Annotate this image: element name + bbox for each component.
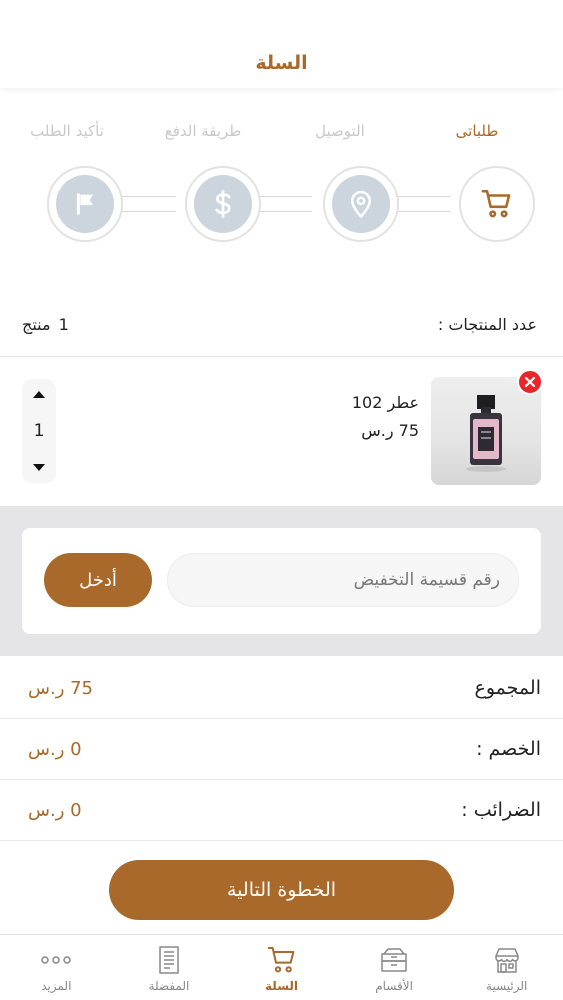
quantity-stepper: 1 bbox=[22, 379, 56, 483]
decrease-quantity-icon[interactable] bbox=[32, 463, 46, 473]
close-icon bbox=[524, 376, 536, 388]
nav-label-more: المزيد bbox=[41, 979, 72, 993]
step-label-orders: طلباتى bbox=[455, 122, 499, 140]
increase-quantity-icon[interactable] bbox=[32, 389, 46, 399]
summary-discount-row: الخصم : 0 ر.س bbox=[0, 719, 563, 780]
remove-item-button[interactable] bbox=[517, 369, 543, 395]
nav-label-categories: الأقسام bbox=[375, 979, 413, 993]
step-payment[interactable] bbox=[185, 166, 261, 242]
flag-icon bbox=[76, 193, 94, 215]
coupon-input[interactable] bbox=[167, 553, 519, 607]
products-count-number: 1 bbox=[58, 314, 69, 334]
box-icon bbox=[381, 948, 407, 972]
products-count-row: عدد المنتجات : 1 منتج bbox=[22, 304, 537, 344]
step-orders[interactable] bbox=[459, 166, 535, 242]
cart-icon bbox=[267, 947, 294, 973]
summary-discount-label: الخصم : bbox=[476, 738, 541, 760]
summary-discount-value: 0 ر.س bbox=[28, 738, 82, 760]
store-icon bbox=[494, 948, 519, 973]
dollar-icon bbox=[215, 190, 231, 218]
step-label-confirm: تأكيد الطلب bbox=[30, 122, 104, 140]
step-delivery[interactable] bbox=[323, 166, 399, 242]
products-count-unit: منتج bbox=[22, 314, 51, 334]
cart-icon bbox=[481, 189, 511, 218]
product-name: عطر 102 bbox=[351, 393, 419, 412]
cart-item: عطر 102 75 ر.س 1 bbox=[0, 357, 563, 505]
products-count-value: 1 منتج bbox=[22, 315, 69, 334]
app-header: السلة bbox=[0, 0, 563, 88]
nav-item-home[interactable]: الرئيسية bbox=[450, 935, 563, 1000]
nav-item-more[interactable]: المزيد bbox=[0, 935, 113, 1000]
product-price: 75 ر.س bbox=[361, 421, 419, 440]
apply-coupon-button[interactable]: أدخل bbox=[44, 553, 152, 607]
quantity-value: 1 bbox=[33, 421, 45, 441]
page-title: السلة bbox=[255, 52, 308, 74]
summary-total-label: المجموع bbox=[474, 677, 541, 699]
nav-item-favorites[interactable]: المفضلة bbox=[113, 935, 226, 1000]
bottom-navigation: الرئيسية الأقسام السلة المفضلة المزيد bbox=[0, 934, 563, 1000]
checkout-steps: طلباتى التوصيل طريقة الدفع تأكيد الطلب bbox=[0, 112, 563, 262]
products-count-label: عدد المنتجات : bbox=[437, 314, 537, 334]
coupon-card: أدخل bbox=[22, 528, 541, 634]
nav-label-favorites: المفضلة bbox=[148, 979, 190, 993]
nav-item-categories[interactable]: الأقسام bbox=[338, 935, 451, 1000]
next-step-button[interactable]: الخطوة التالية bbox=[109, 860, 454, 920]
summary-total-value: 75 ر.س bbox=[28, 677, 94, 699]
step-confirm[interactable] bbox=[47, 166, 123, 242]
step-label-delivery: التوصيل bbox=[315, 122, 365, 140]
document-icon bbox=[159, 946, 179, 974]
nav-item-cart[interactable]: السلة bbox=[225, 935, 338, 1000]
coupon-section: أدخل bbox=[0, 506, 563, 656]
nav-label-cart: السلة bbox=[265, 979, 299, 993]
nav-label-home: الرئيسية bbox=[486, 979, 528, 993]
location-pin-icon bbox=[351, 190, 371, 218]
summary-tax-label: الضرائب : bbox=[461, 799, 541, 821]
summary-tax-row: الضرائب : 0 ر.س bbox=[0, 780, 563, 841]
more-dots-icon bbox=[41, 956, 72, 964]
summary-tax-value: 0 ر.س bbox=[28, 799, 82, 821]
summary-total-row: المجموع 75 ر.س bbox=[0, 658, 563, 719]
step-label-payment: طريقة الدفع bbox=[164, 122, 242, 140]
